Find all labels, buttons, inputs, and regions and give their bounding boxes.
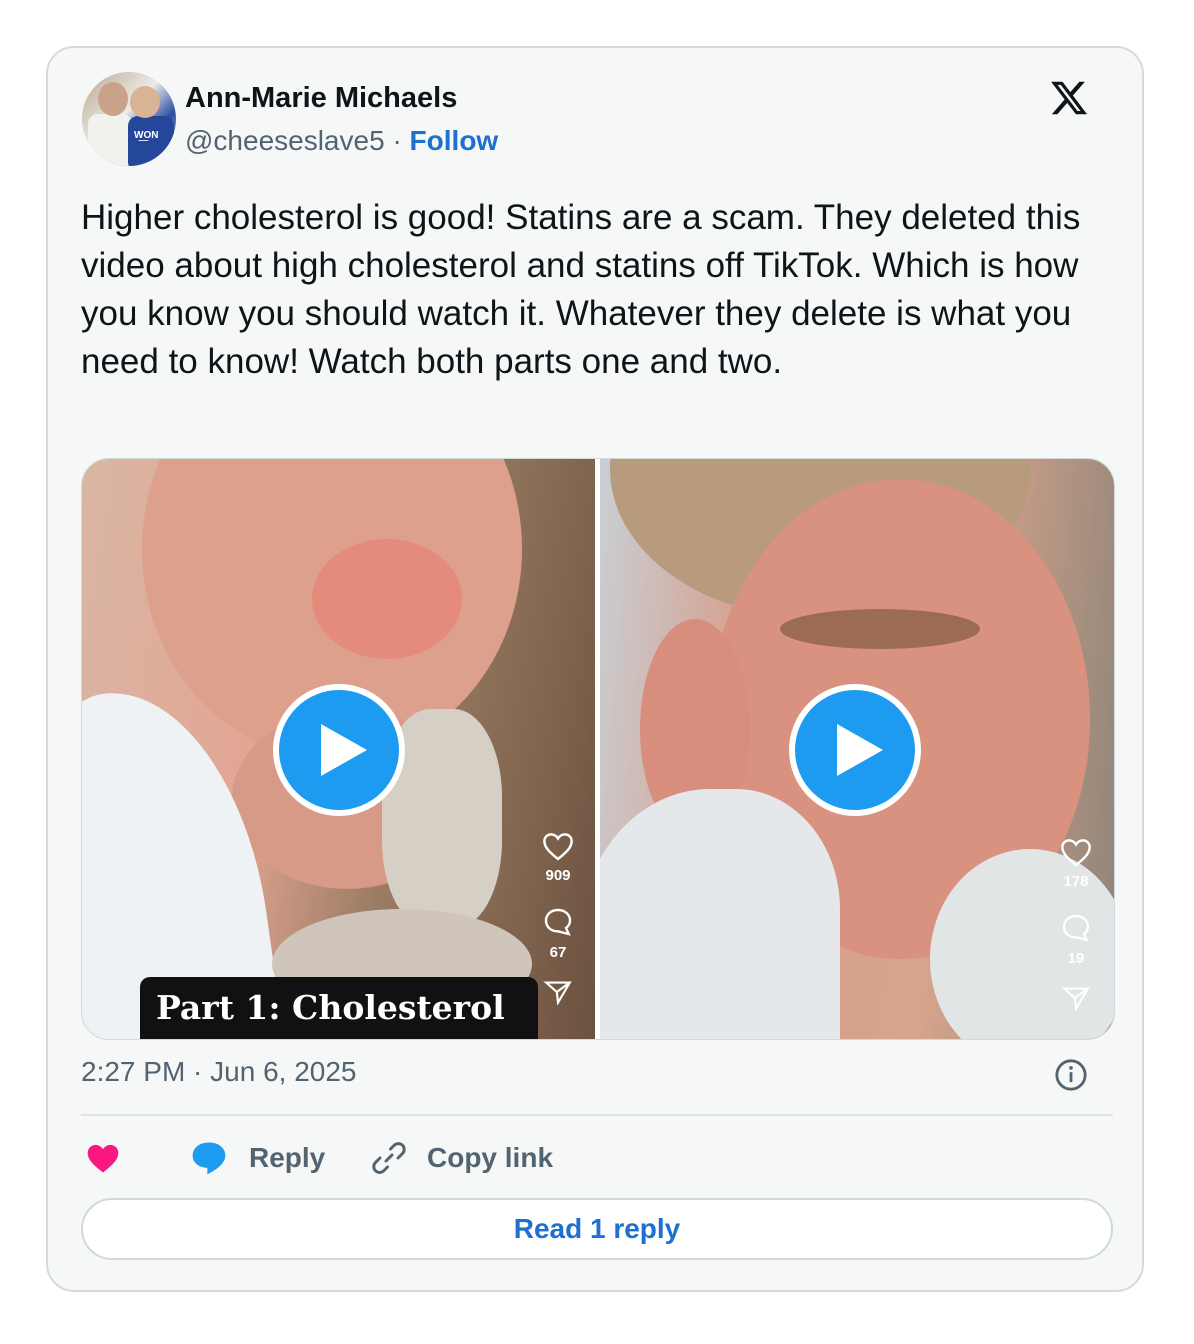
share-icon — [1061, 987, 1090, 1012]
reply-bubble-icon — [192, 1142, 226, 1175]
video-side-icons-1: 909 67 — [538, 831, 578, 1009]
action-bar: Reply Copy link — [81, 1133, 1113, 1183]
like-count: 909 — [545, 867, 571, 884]
comment-icon — [544, 908, 572, 936]
video-caption: Part 1: Cholesterol — [140, 977, 538, 1039]
divider — [81, 1114, 1113, 1116]
share-icon — [543, 981, 572, 1006]
link-icon — [372, 1142, 406, 1174]
reply-label: Reply — [249, 1142, 326, 1173]
author-name[interactable]: Ann-Marie Michaels — [185, 82, 457, 115]
video-side-icons-2: 178 19 — [1056, 837, 1096, 1015]
media-grid: 909 67 Part 1: Cholesterol 178 19 — [81, 458, 1115, 1040]
play-button-1[interactable] — [273, 684, 405, 816]
like-count: 178 — [1063, 873, 1089, 890]
like-button[interactable] — [85, 1133, 121, 1183]
play-icon — [321, 724, 367, 776]
tweet-timestamp[interactable]: 2:27 PM · Jun 6, 2025 — [81, 1056, 357, 1088]
copy-link-label: Copy link — [427, 1142, 554, 1173]
video-thumbnail-2[interactable]: 178 19 — [600, 459, 1114, 1039]
comment-count: 67 — [549, 944, 567, 961]
read-replies-button[interactable]: Read 1 reply — [81, 1198, 1113, 1260]
x-logo-icon[interactable] — [1048, 78, 1090, 118]
like-icon — [87, 1144, 119, 1173]
tweet-text: Higher cholesterol is good! Statins are … — [81, 198, 1081, 381]
comment-icon — [1062, 914, 1090, 942]
reply-button[interactable]: Reply — [189, 1133, 325, 1183]
heart-icon — [1061, 839, 1091, 867]
tweet-card: W͟ON Ann-Marie Michaels @cheeseslave5 · … — [46, 46, 1144, 1292]
copy-link-button[interactable]: Copy link — [371, 1133, 553, 1183]
author-handle-row: @cheeseslave5 · Follow — [185, 125, 498, 157]
author-handle[interactable]: @cheeseslave5 — [185, 125, 385, 156]
comment-count: 19 — [1067, 950, 1085, 967]
play-button-2[interactable] — [789, 684, 921, 816]
video-thumbnail-1[interactable]: 909 67 Part 1: Cholesterol — [82, 459, 595, 1039]
heart-icon — [543, 833, 573, 861]
follow-button[interactable]: Follow — [410, 125, 499, 156]
info-icon[interactable] — [1054, 1058, 1088, 1092]
play-icon — [837, 724, 883, 776]
separator: · — [392, 125, 402, 156]
avatar[interactable]: W͟ON — [82, 72, 176, 166]
